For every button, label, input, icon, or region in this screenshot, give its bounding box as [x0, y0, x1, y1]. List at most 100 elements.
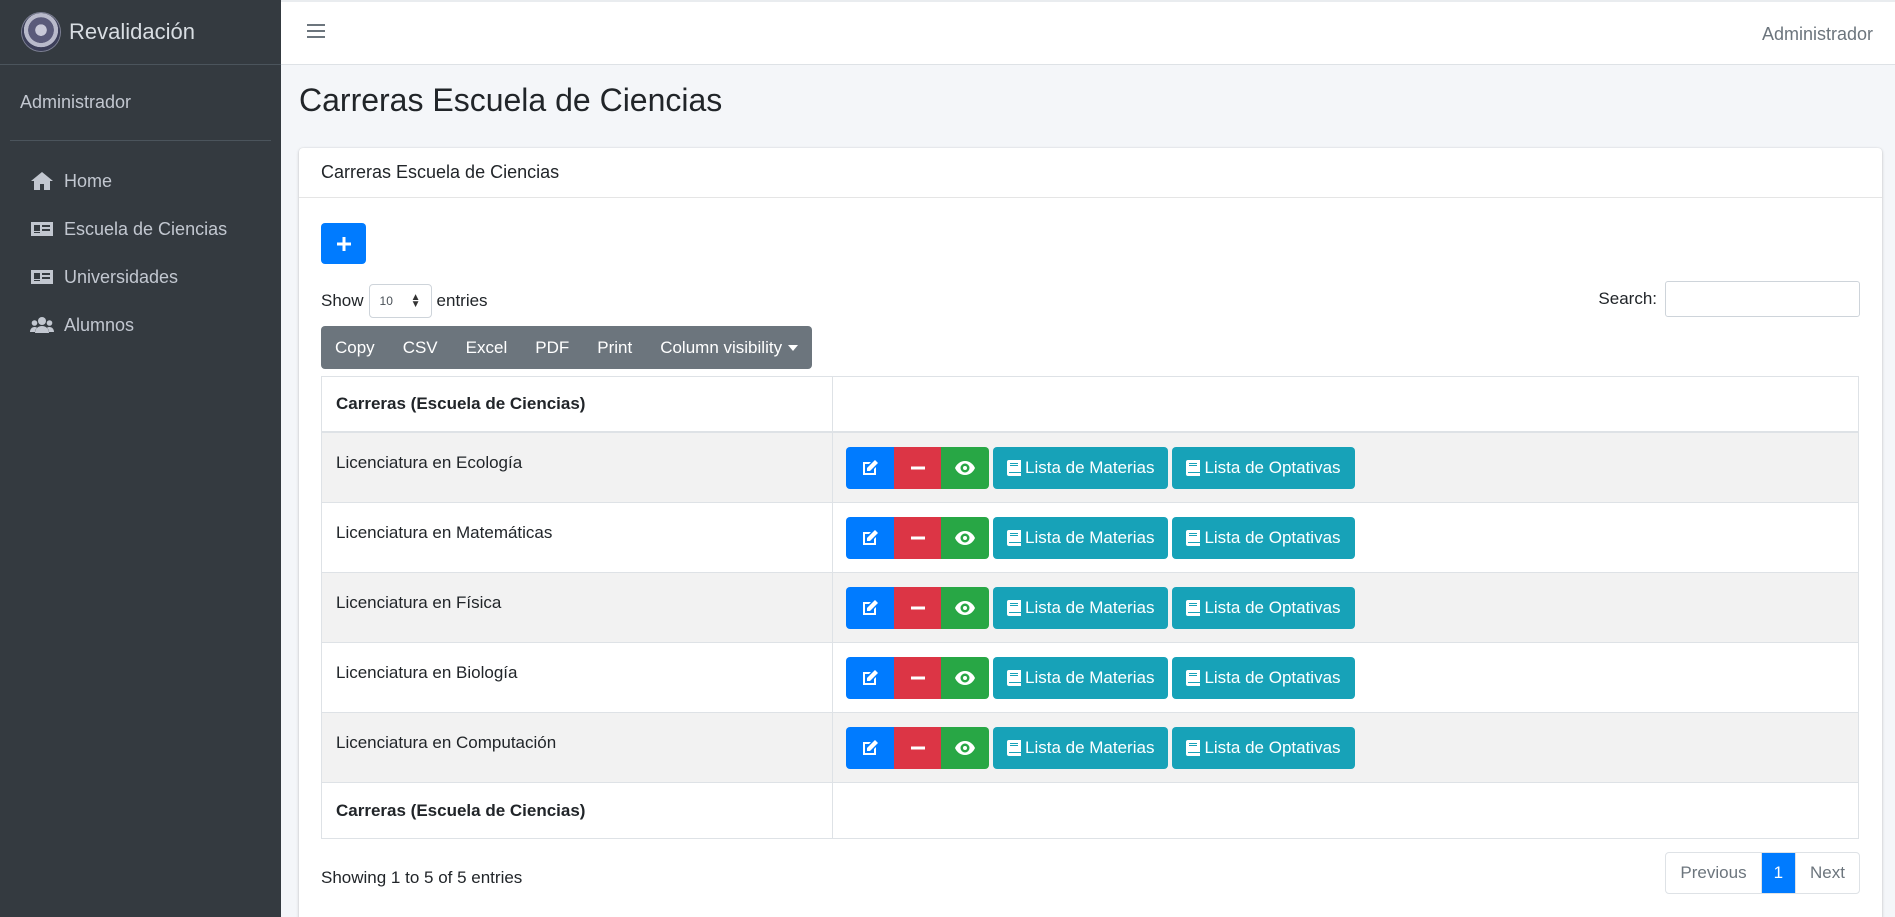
optativas-label: Lista de Optativas: [1204, 737, 1341, 757]
table-row: Licenciatura en Biología Lista de Materi…: [322, 643, 1858, 713]
column-visibility-label: Column visibility: [660, 337, 783, 357]
edit-button[interactable]: [846, 586, 894, 629]
table-row: Licenciatura en Física Lista de Materias…: [322, 573, 1858, 643]
delete-button[interactable]: [894, 656, 941, 699]
edit-button[interactable]: [846, 446, 894, 489]
optativas-list-button[interactable]: Lista de Optativas: [1172, 586, 1355, 629]
materias-list-button[interactable]: Lista de Materias: [993, 656, 1169, 699]
edit-icon: [863, 459, 878, 475]
delete-button[interactable]: [894, 516, 941, 559]
page-title: Carreras Escuela de Ciencias: [299, 82, 723, 118]
materias-list-button[interactable]: Lista de Materias: [993, 446, 1169, 489]
edit-button[interactable]: [846, 516, 894, 559]
home-icon: [31, 172, 53, 190]
career-name-cell: Licenciatura en Física: [322, 573, 833, 642]
users-icon: [30, 317, 54, 333]
sidebar-nav: Home Escuela de Ciencias Universidades A…: [0, 157, 281, 349]
view-button[interactable]: [941, 656, 989, 699]
column-visibility-button[interactable]: Column visibility: [646, 326, 812, 369]
sidebar-item-universidades[interactable]: Universidades: [10, 253, 271, 301]
edit-icon: [863, 739, 878, 755]
eye-icon: [955, 600, 975, 615]
career-name-cell: Licenciatura en Computación: [322, 713, 833, 782]
career-name: Licenciatura en Ecología: [336, 453, 523, 472]
pdf-button[interactable]: PDF: [521, 326, 583, 369]
page-length-control: Show 10 ▲ ▼ entries: [321, 284, 488, 318]
career-name: Licenciatura en Matemáticas: [336, 523, 553, 542]
view-button[interactable]: [941, 516, 989, 559]
copy-button[interactable]: Copy: [321, 326, 389, 369]
add-career-button[interactable]: [321, 223, 366, 264]
table-search: Search:: [1598, 281, 1860, 317]
career-name: Licenciatura en Biología: [336, 663, 518, 682]
menu-toggle-icon[interactable]: [307, 24, 325, 40]
book-icon: [1007, 459, 1021, 476]
sidebar-item-label: Universidades: [64, 266, 179, 287]
optativas-list-button[interactable]: Lista de Optativas: [1172, 656, 1355, 699]
actions-cell: Lista de Materias Lista de Optativas: [833, 573, 1858, 642]
column-footer-actions: [833, 783, 1858, 838]
career-name: Licenciatura en Computación: [336, 733, 557, 752]
show-label: Show: [321, 291, 364, 310]
optativas-list-button[interactable]: Lista de Optativas: [1172, 446, 1355, 489]
csv-button[interactable]: CSV: [389, 326, 452, 369]
sidebar-item-label: Alumnos: [64, 314, 135, 335]
view-button[interactable]: [941, 586, 989, 629]
book-icon: [1186, 529, 1201, 546]
delete-button[interactable]: [894, 446, 941, 489]
materias-label: Lista de Materias: [1025, 457, 1155, 477]
card-title: Carreras Escuela de Ciencias: [321, 162, 560, 182]
delete-button[interactable]: [894, 586, 941, 629]
optativas-label: Lista de Optativas: [1204, 597, 1341, 617]
career-name: Licenciatura en Física: [336, 593, 502, 612]
book-icon: [1186, 599, 1201, 616]
sidebar-item-alumnos[interactable]: Alumnos: [10, 301, 271, 349]
eye-icon: [955, 670, 975, 685]
eye-icon: [955, 460, 975, 475]
page-length-value: 10: [379, 294, 393, 308]
materias-list-button[interactable]: Lista de Materias: [993, 726, 1169, 769]
view-button[interactable]: [941, 446, 989, 489]
minus-icon: [910, 676, 925, 679]
materias-label: Lista de Materias: [1025, 597, 1155, 617]
optativas-label: Lista de Optativas: [1204, 667, 1341, 687]
optativas-list-button[interactable]: Lista de Optativas: [1172, 726, 1355, 769]
optativas-list-button[interactable]: Lista de Optativas: [1172, 516, 1355, 559]
plus-icon: [336, 236, 351, 251]
delete-button[interactable]: [894, 726, 941, 769]
actions-cell: Lista de Materias Lista de Optativas: [833, 433, 1858, 502]
id-card-icon: [31, 222, 53, 236]
edit-button[interactable]: [846, 726, 894, 769]
next-page-button[interactable]: Next: [1795, 853, 1859, 893]
column-header-label: Carreras (Escuela de Ciencias): [336, 394, 586, 413]
actions-cell: Lista de Materias Lista de Optativas: [833, 713, 1858, 782]
view-button[interactable]: [941, 726, 989, 769]
actions-cell: Lista de Materias Lista de Optativas: [833, 503, 1858, 572]
materias-list-button[interactable]: Lista de Materias: [993, 586, 1169, 629]
actions-cell: Lista de Materias Lista de Optativas: [833, 643, 1858, 712]
book-icon: [1007, 599, 1021, 616]
career-name-cell: Licenciatura en Biología: [322, 643, 833, 712]
search-input[interactable]: [1665, 281, 1860, 317]
edit-icon: [863, 599, 878, 615]
page-length-select[interactable]: 10 ▲ ▼: [368, 284, 432, 318]
brand-link[interactable]: Revalidación: [0, 0, 281, 65]
book-icon: [1186, 739, 1201, 756]
previous-page-button[interactable]: Previous: [1666, 853, 1762, 893]
career-name-cell: Licenciatura en Ecología: [322, 433, 833, 502]
table-header-row: Carreras (Escuela de Ciencias): [322, 377, 1858, 433]
sidebar-item-escuela[interactable]: Escuela de Ciencias: [10, 205, 271, 253]
top-navbar: Administrador: [281, 0, 1895, 65]
top-user-name[interactable]: Administrador: [1762, 24, 1873, 45]
column-header-careers[interactable]: Carreras (Escuela de Ciencias): [322, 377, 833, 431]
careers-card: Carreras Escuela de Ciencias Show 10 ▲ ▼ …: [299, 148, 1882, 917]
sidebar-item-home[interactable]: Home: [10, 157, 271, 205]
sidebar-user-panel[interactable]: Administrador: [10, 65, 271, 141]
print-button[interactable]: Print: [583, 326, 646, 369]
materias-list-button[interactable]: Lista de Materias: [993, 516, 1169, 559]
page-1-button[interactable]: 1: [1761, 853, 1796, 893]
excel-button[interactable]: Excel: [452, 326, 522, 369]
edit-button[interactable]: [846, 656, 894, 699]
minus-icon: [910, 466, 925, 469]
id-card-icon: [31, 270, 53, 284]
